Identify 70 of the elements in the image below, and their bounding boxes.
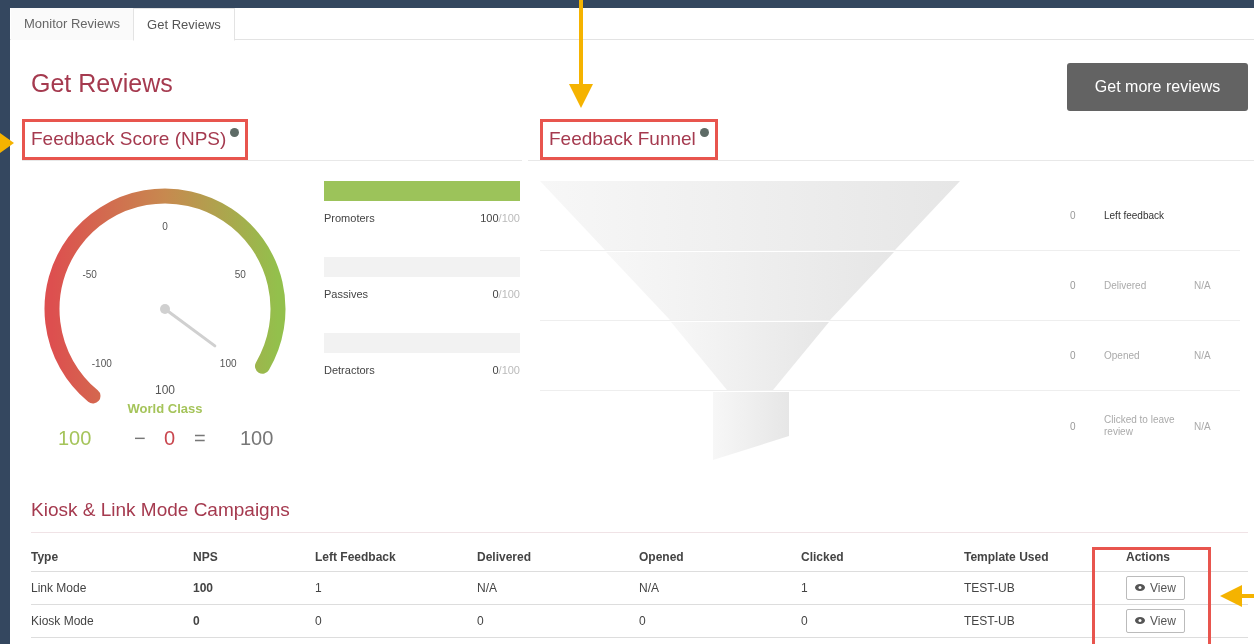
table-cell: 0 <box>801 613 808 628</box>
section-heading: Feedback Funnel <box>549 127 696 152</box>
annotation-arrow <box>0 133 14 153</box>
minus-sign: − <box>134 426 147 451</box>
section-heading: Kiosk & Link Mode Campaigns <box>31 498 290 523</box>
stage-label: Left feedback <box>1104 209 1166 222</box>
column-header: Opened <box>639 549 684 564</box>
nps-result: 100 <box>240 426 274 451</box>
table-cell: N/A <box>477 580 497 595</box>
column-header: Left Feedback <box>315 549 396 564</box>
stage-label: Delivered <box>1104 279 1148 292</box>
table-cell: Kiosk Mode <box>31 613 94 628</box>
detractor-score: 0 <box>164 426 177 451</box>
gauge-tick-label: -50 <box>82 267 97 282</box>
column-header: Clicked <box>801 549 844 564</box>
bar-label: Detractors <box>324 363 375 378</box>
stage-rate: N/A <box>1194 349 1211 363</box>
gauge-value: 100 <box>155 382 175 399</box>
stage-label: Clicked to leave review <box>1104 414 1176 438</box>
bar-value: 0 <box>492 288 499 300</box>
bar-total: /100 <box>498 364 520 376</box>
column-header: Delivered <box>477 549 532 564</box>
column-header: Actions <box>1126 549 1170 564</box>
get-more-reviews-button[interactable]: Get more reviews <box>1067 63 1248 111</box>
eye-icon <box>1135 617 1145 624</box>
bar-value: 100 <box>480 212 499 224</box>
view-button[interactable]: View <box>1126 608 1185 633</box>
bar-total: /100 <box>498 212 520 224</box>
table-cell: TEST-UB <box>964 580 1015 595</box>
page-title: Get Reviews <box>31 68 173 99</box>
equals-sign: = <box>194 426 207 451</box>
table-cell: TEST-UB <box>964 613 1015 628</box>
table-cell: 1 <box>315 580 322 595</box>
table-cell: 0 <box>315 613 322 628</box>
table-cell: 0 <box>193 613 200 628</box>
table-cell: N/A <box>639 580 659 595</box>
table-cell: 0 <box>639 613 646 628</box>
stage-count: 0 <box>1070 279 1077 293</box>
bar-value: 0 <box>492 364 499 376</box>
stage-count: 0 <box>1070 209 1077 223</box>
stage-rate: N/A <box>1194 279 1211 293</box>
gauge-rating: World Class <box>127 400 203 418</box>
info-icon[interactable] <box>699 128 709 137</box>
annotation-arrow <box>1220 584 1254 608</box>
gauge-tick-label: 50 <box>234 267 246 282</box>
section-heading: Feedback Score (NPS) <box>31 127 227 152</box>
stage-count: 0 <box>1070 349 1077 363</box>
table-cell: Link Mode <box>31 580 87 595</box>
tab[interactable]: Get Reviews <box>133 8 235 41</box>
table-cell: 1 <box>801 580 808 595</box>
bar-total: /100 <box>498 288 520 300</box>
column-header: Type <box>31 549 59 564</box>
view-button[interactable]: View <box>1126 575 1185 600</box>
table-cell: 0 <box>477 613 484 628</box>
gauge-tick-label: 100 <box>219 356 237 371</box>
gauge-tick-label: 0 <box>162 219 168 234</box>
stage-rate: N/A <box>1194 419 1211 434</box>
bar-label: Passives <box>324 287 369 302</box>
gauge-needle <box>160 304 217 348</box>
column-header: NPS <box>193 549 218 564</box>
column-header: Template Used <box>964 549 1049 564</box>
stage-label: Opened <box>1104 349 1141 362</box>
gauge-tick-label: -100 <box>91 356 112 371</box>
eye-icon <box>1135 584 1145 591</box>
bar-label: Promoters <box>324 211 375 226</box>
tab[interactable]: Monitor Reviews <box>11 8 134 40</box>
info-icon[interactable] <box>230 128 240 137</box>
stage-count: 0 <box>1070 419 1077 434</box>
promoter-score: 100 <box>58 426 93 451</box>
table-cell: 100 <box>193 580 214 595</box>
